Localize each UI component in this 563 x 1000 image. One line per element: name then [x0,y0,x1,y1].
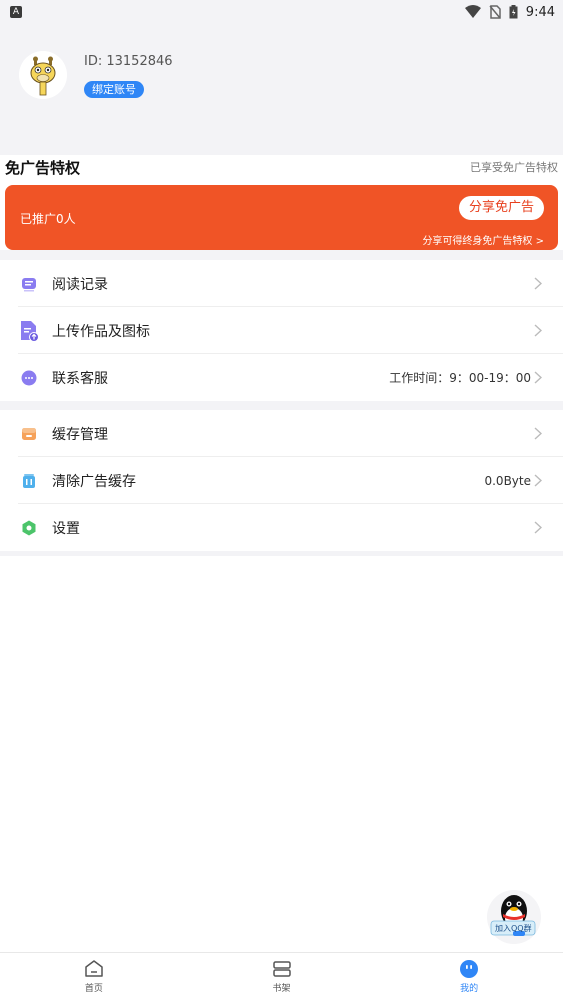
menu-item-upload-works[interactable]: 上传作品及图标 [0,307,563,354]
home-icon [85,960,103,977]
customer-service-icon [18,367,40,389]
menu-label: 设置 [52,520,80,537]
promotion-card: 已推广0人 分享免广告 分享可得终身免广告特权 > [5,185,558,250]
bottom-tab-bar: 首页 书架 我的 [0,952,563,1000]
tab-label: 首页 [84,984,103,994]
menu-item-settings[interactable]: 设置 [0,504,563,551]
promoted-count: 已推广0人 [20,212,76,226]
chevron-right-icon [533,521,543,535]
settings-icon [18,517,40,539]
reading-history-icon [18,273,40,295]
chevron-right-icon [533,324,543,338]
notification-a-icon: A [10,6,22,18]
privilege-status: 已享受免广告特权 [470,161,558,174]
ad-cache-size: 0.0Byte [484,473,531,488]
share-ad-free-button[interactable]: 分享免广告 [458,196,544,220]
clear-cache-icon [18,470,40,492]
avatar[interactable] [19,51,67,99]
menu-label: 上传作品及图标 [52,323,150,340]
tab-label: 书架 [272,984,291,994]
section-divider [0,551,563,556]
no-sim-icon [489,5,501,19]
share-tip-link[interactable]: 分享可得终身免广告特权 > [422,232,544,247]
chevron-right-icon [533,474,543,488]
wifi-icon [464,5,481,18]
bookshelf-icon [272,961,291,977]
upload-icon [18,320,40,342]
qq-group-label: 加入QQ群 [495,924,532,933]
menu-item-customer-service[interactable]: 联系客服 工作时间：9：00-19：00 [0,354,563,401]
menu-item-reading-history[interactable]: 阅读记录 [0,260,563,307]
bind-account-button[interactable]: 绑定账号 [84,81,144,98]
cache-icon [18,423,40,445]
tab-label: 我的 [460,984,479,994]
menu-label: 阅读记录 [52,276,108,293]
battery-icon [509,5,518,19]
menu-group-secondary: 缓存管理 清除广告缓存 0.0Byte 设置 [0,410,563,551]
menu-label: 缓存管理 [52,426,108,443]
menu-item-cache-management[interactable]: 缓存管理 [0,410,563,457]
working-hours: 工作时间：9：00-19：00 [389,371,531,385]
menu-label: 联系客服 [52,370,108,387]
section-divider [0,250,563,260]
giraffe-avatar-icon [19,51,67,99]
clock: 9:44 [525,4,555,20]
chevron-right-icon [533,277,543,291]
profile-icon [460,960,479,978]
user-id: ID: 13152846 [84,54,173,69]
qq-penguin-icon [487,890,541,944]
profile-header: ID: 13152846 绑定账号 [0,24,563,155]
tab-home[interactable]: 首页 [0,953,188,1000]
menu-label: 清除广告缓存 [52,473,136,490]
section-divider [0,401,563,410]
ad-free-privilege-title: 免广告特权 [5,159,81,177]
menu-group-primary: 阅读记录 上传作品及图标 联系客服 工作时间：9：00-19：00 [0,260,563,401]
tab-bookshelf[interactable]: 书架 [188,953,376,1000]
status-bar: A 9:44 [0,0,563,24]
chevron-right-icon [533,427,543,441]
menu-item-clear-ad-cache[interactable]: 清除广告缓存 0.0Byte [0,457,563,504]
join-qq-group-button[interactable]: 加入QQ群 [481,889,547,945]
tab-mine[interactable]: 我的 [375,953,563,1000]
chevron-right-icon [533,371,543,385]
